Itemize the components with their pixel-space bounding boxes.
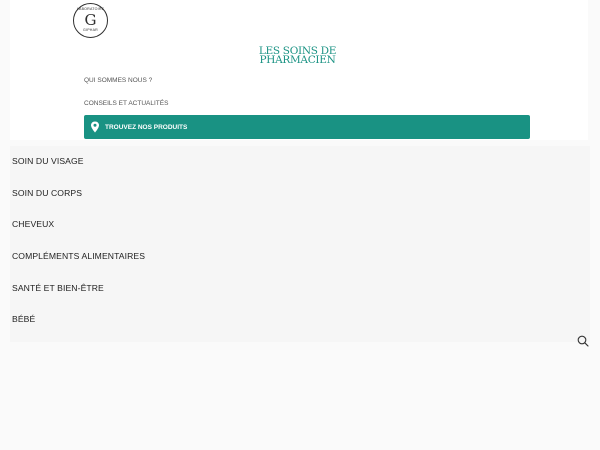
search-icon[interactable] (577, 334, 589, 347)
menu-item-sante-bien-etre[interactable]: SANTÉ ET BIEN-ÊTRE (12, 283, 104, 293)
logo-ring-bottom-text: GIPHAR (83, 28, 98, 33)
logo-ring-top-text: LABORATOIRE (76, 7, 105, 11)
laboratoire-logo[interactable]: LABORATOIRE G GIPHAR (73, 3, 108, 38)
menu-item-bebe[interactable]: BÉBÉ (12, 314, 35, 324)
brand-wordmark[interactable]: LES SOINS DE PHARMACIEN (255, 46, 340, 66)
menu-item-cheveux[interactable]: CHEVEUX (12, 219, 54, 229)
link-conseils-actualites[interactable]: CONSEILS ET ACTUALITÉS (84, 100, 168, 107)
menu-item-soin-corps[interactable]: SOIN DU CORPS (12, 188, 82, 198)
category-menu-panel (10, 146, 590, 342)
menu-item-soin-visage[interactable]: SOIN DU VISAGE (12, 156, 84, 166)
brand-line-2: PHARMACIEN (259, 54, 336, 66)
find-products-label: TROUVEZ NOS PRODUITS (105, 123, 188, 131)
menu-item-complements[interactable]: COMPLÉMENTS ALIMENTAIRES (12, 251, 145, 261)
map-pin-icon (90, 121, 100, 133)
find-products-button[interactable]: TROUVEZ NOS PRODUITS (84, 115, 530, 139)
link-qui-sommes-nous[interactable]: QUI SOMMES NOUS ? (84, 77, 152, 84)
logo-letter: G (84, 11, 97, 29)
